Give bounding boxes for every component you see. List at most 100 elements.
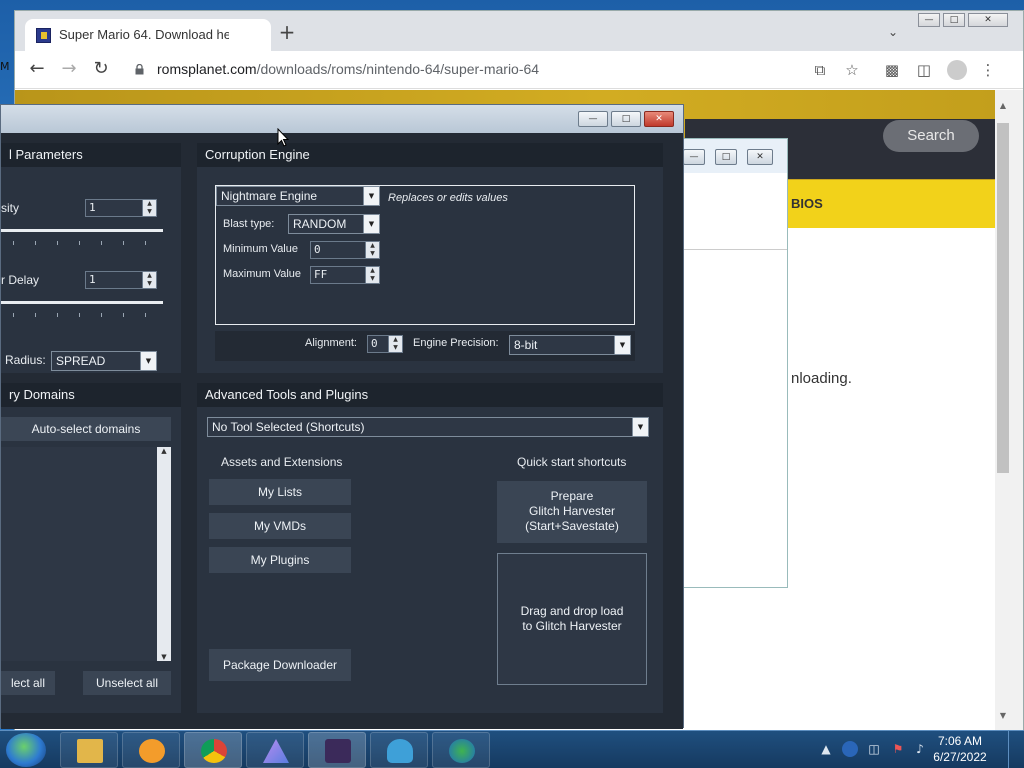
chevron-down-icon: ▼ — [614, 336, 630, 354]
taskbar-dolphin[interactable] — [370, 732, 428, 768]
slider-tick — [13, 241, 14, 245]
globe-download-icon — [449, 739, 475, 763]
maximize-icon[interactable]: □ — [715, 149, 737, 165]
action-center-icon[interactable]: ⚑ — [890, 741, 906, 757]
panel-header: Corruption Engine — [197, 143, 663, 167]
volume-icon[interactable]: ♪ — [912, 741, 928, 757]
side-panel-icon[interactable]: ◫ — [915, 61, 933, 79]
mouse-cursor-icon — [277, 128, 289, 147]
auto-select-domains-button[interactable]: Auto-select domains — [1, 417, 171, 441]
page-body-text: nloading. — [791, 370, 852, 387]
chevron-down-icon: ▼ — [363, 187, 379, 205]
taskbar: ▲ ◫ ⚑ ♪ 7:06 AM 6/27/2022 — [0, 730, 1024, 768]
engine-select[interactable]: Nightmare Engine ▼ — [216, 186, 380, 206]
scrollbar-thumb[interactable] — [997, 123, 1009, 473]
unselect-all-button[interactable]: Unselect all — [83, 671, 171, 695]
share-icon[interactable]: ⧉ — [811, 61, 829, 79]
domains-list[interactable] — [1, 447, 171, 661]
engine-precision-select[interactable]: 8-bit ▼ — [509, 335, 631, 355]
close-icon[interactable]: ✕ — [747, 149, 773, 165]
scroll-up-icon[interactable]: ▲ — [997, 101, 1009, 113]
taskbar-download-manager[interactable] — [432, 732, 490, 768]
blast-type-select[interactable]: RANDOM ▼ — [288, 214, 380, 234]
memory-domains-panel: ry Domains Auto-select domains ▲ ▼ lect … — [1, 383, 181, 713]
background-window: — □ ✕ — [670, 138, 788, 588]
minimum-value-input[interactable]: 0 ▲ ▼ — [310, 241, 380, 259]
slider-tick — [145, 313, 146, 317]
taskbar-app-triangle[interactable] — [246, 732, 304, 768]
delay-label: r Delay — [1, 273, 40, 287]
intensity-slider[interactable] — [1, 229, 163, 232]
address-bar[interactable]: romsplanet.com/downloads/roms/nintendo-6… — [123, 56, 863, 84]
panel-header: l Parameters — [1, 143, 181, 167]
start-button[interactable] — [6, 733, 46, 767]
maximize-icon[interactable]: □ — [943, 13, 965, 27]
select-all-button[interactable]: lect all — [1, 671, 55, 695]
network-icon[interactable]: ◫ — [866, 741, 882, 757]
radius-select[interactable]: SPREAD ▼ — [51, 351, 157, 371]
extensions-puzzle-icon[interactable]: ▩ — [883, 61, 901, 79]
chevron-down-icon[interactable]: ⌄ — [885, 25, 901, 41]
domains-scrollbar[interactable]: ▲ ▼ — [157, 447, 171, 661]
chevron-down-icon: ▼ — [140, 352, 156, 370]
slider-tick — [145, 241, 146, 245]
my-plugins-button[interactable]: My Plugins — [209, 547, 351, 573]
new-tab-button[interactable]: + — [277, 22, 297, 43]
scroll-down-icon[interactable]: ▼ — [157, 653, 171, 661]
minimize-icon[interactable]: — — [918, 13, 940, 27]
maximize-icon[interactable]: □ — [611, 111, 641, 127]
rtc-app-icon — [325, 739, 351, 763]
close-icon[interactable]: ✕ — [644, 111, 674, 127]
assets-header: Assets and Extensions — [221, 455, 343, 469]
stepper-arrows-icon[interactable]: ▲ ▼ — [388, 336, 402, 352]
nav-link-bios[interactable]: BIOS — [791, 196, 823, 211]
my-vmds-button[interactable]: My VMDs — [209, 513, 351, 539]
taskbar-rtc[interactable] — [308, 732, 366, 768]
delay-input[interactable]: 1 ▲ ▼ — [85, 271, 157, 289]
minimize-icon[interactable]: — — [683, 149, 705, 165]
scroll-up-icon[interactable]: ▲ — [157, 447, 171, 455]
reload-icon[interactable]: ↻ — [91, 60, 111, 80]
slider-tick — [79, 313, 80, 317]
maximum-value-input[interactable]: FF ▲ ▼ — [310, 266, 380, 284]
alignment-input[interactable]: 0 ▲ ▼ — [367, 335, 403, 353]
general-parameters-panel: l Parameters sity 1 ▲ ▼ r Delay 1 ▲ ▼ Ra… — [1, 143, 181, 373]
stepper-arrows-icon[interactable]: ▲ ▼ — [142, 200, 156, 216]
triangle-app-icon — [263, 739, 289, 763]
media-player-icon — [139, 739, 165, 763]
show-hidden-icons-icon[interactable]: ▲ — [818, 741, 834, 757]
lock-icon — [135, 64, 144, 75]
slider-tick — [35, 313, 36, 317]
clock-date[interactable]: 6/27/2022 — [930, 750, 990, 764]
close-icon[interactable]: ✕ — [968, 13, 1008, 27]
panel-header: Advanced Tools and Plugins — [197, 383, 663, 407]
menu-dots-icon[interactable]: ⋮ — [979, 61, 997, 79]
tool-select[interactable]: No Tool Selected (Shortcuts) ▼ — [207, 417, 649, 437]
ublock-icon[interactable] — [842, 741, 858, 757]
taskbar-explorer[interactable] — [60, 732, 118, 768]
prepare-glitch-harvester-button[interactable]: Prepare Glitch Harvester (Start+Savestat… — [497, 481, 647, 543]
search-button[interactable]: Search — [883, 120, 979, 152]
my-lists-button[interactable]: My Lists — [209, 479, 351, 505]
profile-avatar-icon[interactable] — [947, 60, 967, 80]
stepper-arrows-icon[interactable]: ▲ ▼ — [365, 242, 379, 258]
star-icon[interactable]: ☆ — [843, 61, 861, 79]
package-downloader-button[interactable]: Package Downloader — [209, 649, 351, 681]
back-arrow-icon[interactable]: ← — [27, 60, 47, 80]
stepper-arrows-icon[interactable]: ▲ ▼ — [142, 272, 156, 288]
taskbar-chrome[interactable] — [184, 732, 242, 768]
minimize-icon[interactable]: — — [578, 111, 608, 127]
slider-tick — [57, 313, 58, 317]
drag-drop-glitch-harvester-zone[interactable]: Drag and drop load to Glitch Harvester — [497, 553, 647, 685]
intensity-input[interactable]: 1 ▲ ▼ — [85, 199, 157, 217]
show-desktop-button[interactable] — [1008, 731, 1024, 768]
scroll-down-icon[interactable]: ▼ — [997, 711, 1009, 723]
clock-time[interactable]: 7:06 AM — [930, 734, 990, 748]
forward-arrow-icon[interactable]: → — [59, 60, 79, 80]
rtc-body: l Parameters sity 1 ▲ ▼ r Delay 1 ▲ ▼ Ra… — [1, 133, 683, 729]
stepper-arrows-icon[interactable]: ▲ ▼ — [365, 267, 379, 283]
taskbar-media-player[interactable] — [122, 732, 180, 768]
delay-slider[interactable] — [1, 301, 163, 304]
rtc-titlebar[interactable]: — □ ✕ — [1, 105, 683, 133]
browser-tab[interactable]: Super Mario 64. Download here — [25, 19, 271, 51]
